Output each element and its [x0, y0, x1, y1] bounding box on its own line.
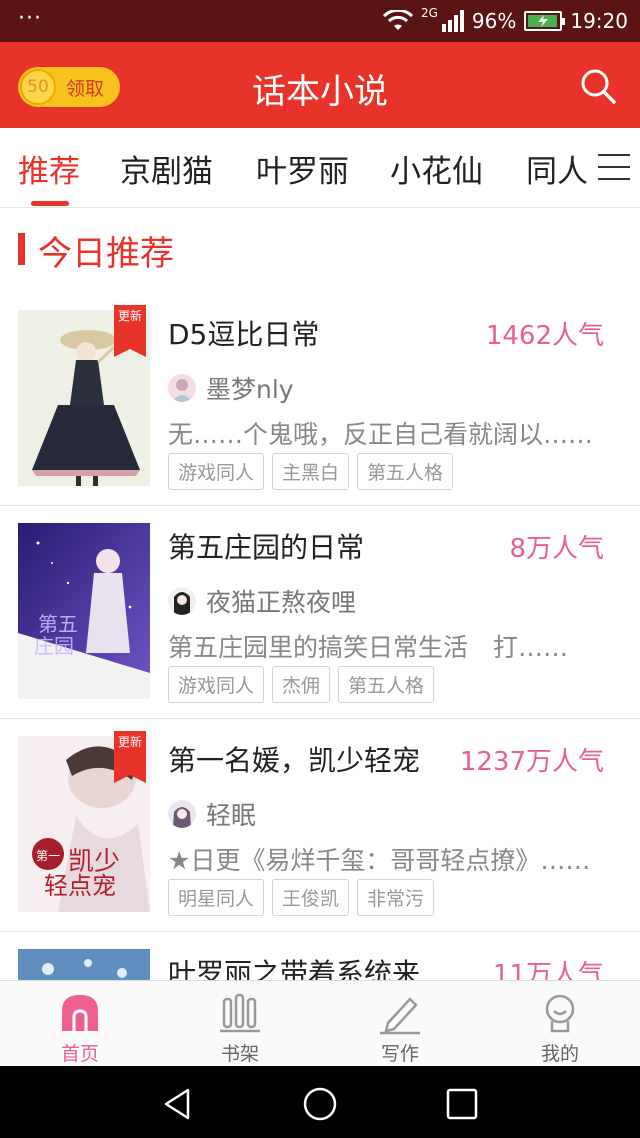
nav-label: 首页 [60, 1043, 99, 1065]
book-cover[interactable]: 第五 庄园 [18, 523, 150, 699]
svg-text:第五: 第五 [38, 612, 78, 636]
nav-label: 写作 [380, 1043, 419, 1065]
author-name: 夜猫正熬夜哩 [206, 588, 357, 617]
profile-icon [545, 994, 575, 1033]
menu-icon[interactable] [598, 152, 630, 182]
avatar [168, 374, 196, 402]
nav-profile[interactable]: 我的 [480, 981, 640, 1067]
author-row[interactable]: 夜猫正熬夜哩 [168, 584, 356, 618]
clock: 19:20 [570, 9, 628, 33]
list-item[interactable]: 第五 庄园 第五庄园的日常 8万人气 夜猫正熬夜哩 第五庄园里的搞笑日常生活 打… [0, 506, 640, 719]
pen-icon [380, 997, 420, 1035]
tab-yeluoli[interactable]: 叶罗丽 [256, 146, 349, 191]
nav-label: 我的 [540, 1043, 579, 1065]
tag-list: 游戏同人 主黑白 第五人格 [168, 453, 454, 490]
tab-fanfic[interactable]: 同人 [526, 146, 588, 191]
avatar [168, 800, 196, 828]
tag[interactable]: 第五人格 [357, 453, 454, 490]
search-icon[interactable] [578, 66, 618, 106]
active-tab-indicator [31, 201, 69, 206]
tag[interactable]: 明星同人 [168, 879, 265, 916]
book-title[interactable]: D5逗比日常 [168, 313, 448, 353]
tag[interactable]: 非常污 [357, 879, 435, 916]
app-title: 话本小说 [252, 72, 388, 112]
back-icon[interactable] [160, 1086, 196, 1122]
book-title[interactable]: 第一名媛，凯少轻宠 [168, 739, 438, 779]
app-header: 50 领取 话本小说 [0, 42, 640, 128]
home-button-icon[interactable] [302, 1086, 338, 1122]
recents-icon[interactable] [444, 1086, 480, 1122]
bookshelf-icon [220, 993, 260, 1033]
tag[interactable]: 杰佣 [272, 666, 331, 703]
svg-text:第一: 第一 [36, 849, 60, 863]
update-badge: 更新 [114, 731, 146, 783]
tag-list: 明星同人 王俊凯 非常污 [168, 879, 435, 916]
tab-jingjumao[interactable]: 京剧猫 [120, 146, 213, 191]
avatar [168, 587, 196, 615]
popularity: 1462人气 [485, 321, 604, 351]
update-badge: 更新 [114, 305, 146, 357]
notification-dots: ··· [18, 6, 42, 31]
author-row[interactable]: 轻眠 [168, 797, 256, 831]
svg-text:轻点宠: 轻点宠 [44, 872, 116, 900]
tag[interactable]: 主黑白 [272, 453, 350, 490]
tag-list: 游戏同人 杰佣 第五人格 [168, 666, 435, 703]
nav-bookshelf[interactable]: 书架 [160, 981, 320, 1067]
network-type: 2G [420, 6, 438, 20]
battery-icon [524, 11, 566, 31]
status-bar: ··· 2G 96% 19:20 [0, 0, 640, 42]
tag[interactable]: 游戏同人 [168, 666, 265, 703]
category-tabs: 推荐 京剧猫 叶罗丽 小花仙 同人 [0, 128, 640, 208]
tab-xiaohuaxian[interactable]: 小花仙 [390, 146, 483, 191]
wifi-icon [382, 10, 413, 30]
book-description: 第五庄园里的搞笑日常生活 打…… [168, 633, 569, 662]
tag[interactable]: 第五人格 [338, 666, 435, 703]
signal-icon [441, 10, 464, 32]
list-item[interactable]: 更新 D5逗比日常 1462人气 墨梦nly 无……个鬼哦，反正自己看就阔以……… [0, 293, 640, 506]
home-icon [62, 995, 98, 1031]
tag[interactable]: 王俊凯 [272, 879, 350, 916]
svg-text:庄园: 庄园 [34, 634, 74, 658]
author-row[interactable]: 墨梦nly [168, 371, 294, 405]
nav-write[interactable]: 写作 [320, 981, 480, 1067]
book-title[interactable]: 第五庄园的日常 [168, 526, 448, 566]
list-item[interactable]: 第一 凯少 轻点宠 更新 第一名媛，凯少轻宠 1237万人气 轻眠 ★日更《易烊… [0, 719, 640, 932]
nav-home[interactable]: 首页 [0, 981, 160, 1067]
section-title: 今日推荐 [38, 234, 174, 274]
system-nav-bar [0, 1066, 640, 1138]
battery-percent: 96% [471, 9, 517, 33]
popularity: 8万人气 [509, 534, 604, 564]
author-name: 轻眠 [206, 801, 257, 830]
popularity: 1237万人气 [459, 747, 604, 777]
section-marker [18, 233, 25, 265]
bottom-nav: 首页 书架 写作 我的 [0, 980, 640, 1066]
tab-recommend[interactable]: 推荐 [18, 146, 80, 191]
tag[interactable]: 游戏同人 [168, 453, 265, 490]
book-description: ★日更《易烊千玺：哥哥轻点撩》…… [168, 846, 591, 875]
nav-label: 书架 [220, 1043, 259, 1065]
author-name: 墨梦nly [206, 375, 294, 404]
book-description: 无……个鬼哦，反正自己看就阔以…… [168, 420, 594, 449]
